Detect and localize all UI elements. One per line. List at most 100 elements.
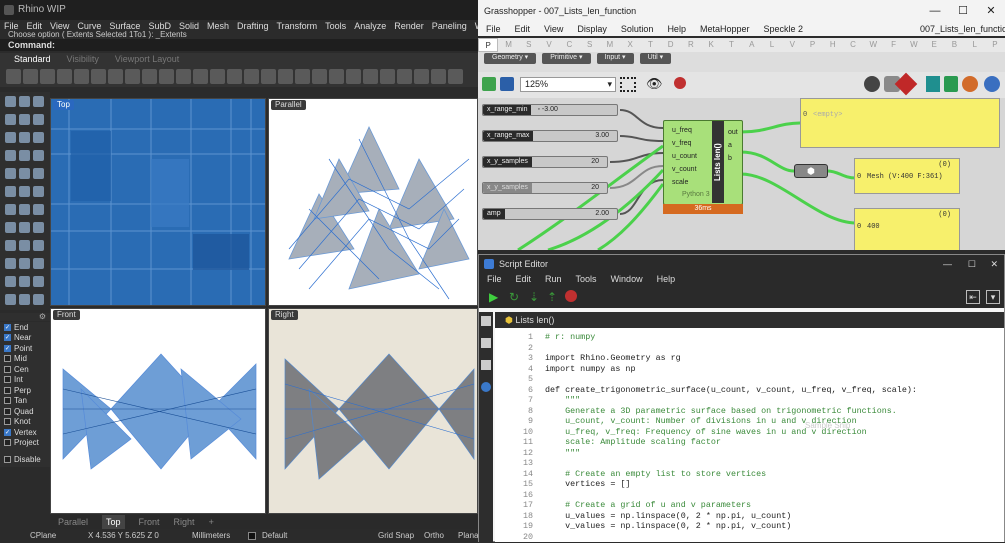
osnap-tan[interactable]: Tan [0, 396, 50, 407]
material-icon[interactable] [944, 76, 958, 92]
input-param-scale[interactable]: scale [672, 176, 697, 189]
code-line[interactable]: v_values = np.linspace(0, 2 * np.pi, v_c… [545, 521, 791, 531]
gh-tab-4[interactable]: C [559, 38, 579, 52]
gh-tab-14[interactable]: L [762, 38, 782, 52]
panel-out[interactable]: 0 <empty> [800, 98, 1000, 148]
gh-tab-15[interactable]: V [782, 38, 802, 52]
gh-tab-0[interactable]: P [478, 38, 499, 52]
gh-tab-25[interactable]: P [985, 38, 1005, 52]
status-ortho[interactable]: Ortho [424, 530, 444, 542]
gh-subtab-3[interactable]: Util ▾ [639, 53, 672, 64]
minimize-icon[interactable]: — [921, 0, 949, 22]
select-points-icon[interactable] [19, 96, 30, 107]
osnap-checkbox[interactable]: ✓ [4, 323, 11, 331]
deconstruct-mesh-component[interactable]: ⬢ [794, 164, 828, 178]
osnap-quad[interactable]: Quad [0, 406, 50, 417]
debug-icon[interactable]: ↻ [509, 290, 519, 304]
viewport-label-top[interactable]: Top [53, 100, 74, 110]
run-icon[interactable]: ▶ [489, 290, 498, 304]
gh-menu-4[interactable]: Solution [621, 22, 654, 36]
osnap-checkbox[interactable] [4, 418, 11, 426]
search-icon[interactable] [481, 338, 491, 348]
code-line[interactable]: """ [545, 395, 580, 405]
gh-tab-5[interactable]: S [579, 38, 599, 52]
osnap-checkbox[interactable] [4, 397, 11, 405]
status-units[interactable]: Millimeters [192, 530, 230, 542]
viewport-right[interactable]: Right [268, 308, 478, 514]
gh-canvas[interactable]: x_range_min ◦ -3.00 x_range_max 3.00 x_y_s… [478, 98, 1005, 250]
osnap-checkbox[interactable] [4, 386, 11, 394]
status-grid-snap[interactable]: Grid Snap [378, 530, 414, 542]
viewport-parallel[interactable]: Parallel [268, 98, 478, 306]
gh-subtab-0[interactable]: Geometry ▾ [484, 53, 537, 64]
extrude-icon[interactable] [33, 168, 44, 179]
output-param-a[interactable]: a [716, 139, 738, 152]
gh-tab-8[interactable]: T [640, 38, 660, 52]
zoom-icon[interactable] [193, 69, 208, 84]
gh-tab-11[interactable]: K [701, 38, 721, 52]
sphere-icon[interactable] [5, 186, 16, 197]
panel-mesh[interactable]: (0) 0 Mesh (V:400 F:361) [854, 158, 960, 194]
code-line[interactable]: def create_trigonometric_surface(u_count… [545, 385, 917, 395]
panel-len[interactable]: (0) 0 400 [854, 208, 960, 250]
select-icon[interactable] [295, 69, 310, 84]
gh-menu-0[interactable]: File [486, 22, 501, 36]
group-icon[interactable] [5, 276, 16, 287]
osnap-mid[interactable]: Mid [0, 354, 50, 365]
cluster-icon[interactable] [926, 76, 940, 92]
box-icon[interactable] [19, 186, 30, 197]
viewport-tab-3[interactable]: Right [174, 515, 195, 529]
point-icon[interactable] [33, 96, 44, 107]
gh-menu-5[interactable]: Help [667, 22, 686, 36]
output-param-b[interactable]: b [716, 152, 738, 165]
hide-icon[interactable] [19, 276, 30, 287]
minimize-icon[interactable]: — [943, 255, 952, 273]
close-icon[interactable]: ✕ [990, 255, 998, 273]
arc-icon[interactable] [19, 132, 30, 143]
editor-menu-5[interactable]: Help [657, 273, 676, 286]
copy-obj-icon[interactable] [5, 222, 16, 233]
sketch-icon[interactable] [674, 77, 686, 89]
editor-menu-1[interactable]: Edit [516, 273, 532, 286]
settings-icon[interactable] [33, 294, 44, 305]
rectangle-icon[interactable] [5, 150, 16, 161]
gh-tab-3[interactable]: V [539, 38, 559, 52]
viewport-tab-1[interactable]: Top [102, 515, 125, 529]
slider-x-range-max[interactable]: x_range_max 3.00 [482, 130, 618, 142]
gh-tab-23[interactable]: B [944, 38, 964, 52]
join-icon[interactable] [19, 258, 30, 269]
gh-tab-19[interactable]: W [863, 38, 883, 52]
text-icon[interactable] [5, 294, 16, 305]
undo-icon[interactable] [142, 69, 157, 84]
split-icon[interactable] [5, 258, 16, 269]
code-line[interactable]: # Create an empty list to store vertices [545, 469, 766, 479]
gh-tab-22[interactable]: E [924, 38, 944, 52]
color-icon[interactable] [414, 69, 429, 84]
code-line[interactable]: scale: Amplitude scaling factor [545, 437, 721, 447]
rotate-icon[interactable] [19, 222, 30, 233]
options-icon[interactable] [431, 69, 446, 84]
render-sphere-icon[interactable] [962, 76, 978, 92]
preview-eye-icon[interactable]: 👁 [646, 76, 663, 92]
script-tab[interactable]: ⬢ Lists len() [495, 312, 1004, 328]
zoom-select[interactable]: 125% ▾ [520, 77, 616, 92]
viewport-label-front[interactable]: Front [53, 310, 80, 320]
paste-icon[interactable] [125, 69, 140, 84]
viewport-tab-0[interactable]: Parallel [58, 515, 88, 529]
polyline-icon[interactable] [5, 114, 16, 125]
command-prompt[interactable]: Command: [0, 39, 478, 51]
osnap-checkbox[interactable]: ✓ [4, 428, 11, 436]
rotate-view-icon[interactable] [176, 69, 191, 84]
osnap-checkbox[interactable] [4, 355, 11, 363]
code-line[interactable]: # Create a grid of u and v parameters [545, 500, 751, 510]
step-icon[interactable]: ⇣ [529, 290, 539, 304]
import-icon[interactable] [74, 69, 89, 84]
code-line[interactable]: u_values = np.linspace(0, 2 * np.pi, u_c… [545, 511, 791, 521]
toolbar-tab-1[interactable]: Visibility [67, 53, 99, 65]
mesh-icon[interactable] [33, 186, 44, 197]
code-line[interactable]: Generate a 3D parametric surface based o… [545, 406, 897, 416]
help-icon[interactable] [448, 69, 463, 84]
osnap-int[interactable]: Int [0, 375, 50, 386]
more-icon[interactable] [19, 294, 30, 305]
gh-menu-7[interactable]: Speckle 2 [763, 22, 803, 36]
